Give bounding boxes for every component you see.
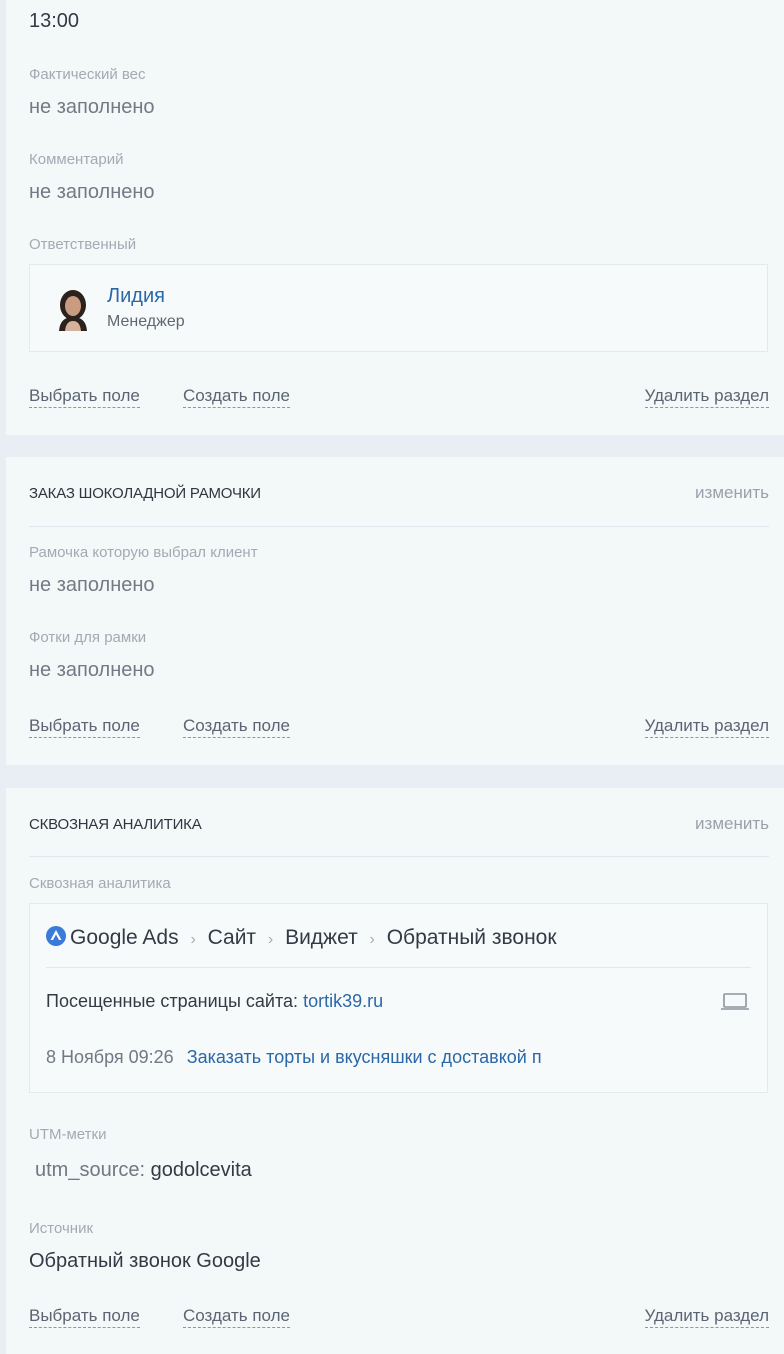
pick-field-button[interactable]: Выбрать поле bbox=[29, 1306, 140, 1328]
breadcrumb-chevron-icon: › bbox=[190, 931, 196, 948]
section-card-main: 13:00 Фактический вес не заполнено Комме… bbox=[6, 0, 784, 435]
pick-field-button[interactable]: Выбрать поле bbox=[29, 716, 140, 738]
utm-row: utm_source: godolcevita bbox=[35, 1159, 252, 1182]
breadcrumb-chevron-icon: › bbox=[267, 931, 274, 948]
create-field-button[interactable]: Создать поле bbox=[183, 1306, 290, 1328]
breadcrumb-item-widget: Виджет bbox=[285, 926, 358, 949]
analytics-divider bbox=[46, 967, 751, 968]
breadcrumb-chevron-icon: › bbox=[369, 931, 375, 948]
visited-site-link[interactable]: tortik39.ru bbox=[303, 991, 383, 1011]
field-value-source[interactable]: Обратный звонок Google bbox=[29, 1250, 261, 1273]
field-label-responsible: Ответственный bbox=[29, 236, 137, 253]
delete-section-button[interactable]: Удалить раздел bbox=[644, 386, 769, 408]
field-label-frame: Рамочка которую выбрал клиент bbox=[29, 544, 258, 561]
analytics-breadcrumb: Google Ads › Сайт › Виджет › Обратный зв… bbox=[46, 926, 557, 950]
field-value-frame[interactable]: не заполнено bbox=[29, 574, 155, 597]
visited-pages-label: Посещенные страницы сайта: bbox=[46, 991, 299, 1011]
field-label-weight: Фактический вес bbox=[29, 66, 146, 83]
create-field-button[interactable]: Создать поле bbox=[183, 716, 290, 738]
utm-value: godolcevita bbox=[150, 1159, 252, 1181]
field-value-comment[interactable]: не заполнено bbox=[29, 181, 155, 204]
visit-row: 8 Ноября 09:26 Заказать торты и вкусняшк… bbox=[46, 1047, 542, 1068]
field-label-comment: Комментарий bbox=[29, 151, 124, 168]
analytics-box: Google Ads › Сайт › Виджет › Обратный зв… bbox=[29, 903, 768, 1093]
edit-section-link[interactable]: изменить bbox=[695, 483, 769, 503]
user-name-link[interactable]: Лидия bbox=[107, 285, 165, 308]
field-label-utm: UTM-метки bbox=[29, 1126, 107, 1143]
create-field-button[interactable]: Создать поле bbox=[183, 386, 290, 408]
responsible-user-box[interactable]: Лидия Менеджер bbox=[29, 264, 768, 352]
edit-section-link[interactable]: изменить bbox=[695, 814, 769, 834]
time-value: 13:00 bbox=[29, 10, 80, 32]
visit-date: 8 Ноября 09:26 bbox=[46, 1047, 174, 1067]
section-card-analytics: СКВОЗНАЯ АНАЛИТИКА изменить Сквозная ана… bbox=[6, 788, 784, 1354]
delete-section-button[interactable]: Удалить раздел bbox=[644, 716, 769, 738]
breadcrumb-item-source: Google Ads bbox=[70, 926, 179, 949]
visit-page-link[interactable]: Заказать торты и вкусняшки с доставкой п bbox=[187, 1047, 542, 1067]
section-card-chocolate-frame: ЗАКАЗ ШОКОЛАДНОЙ РАМОЧКИ изменить Рамочк… bbox=[6, 457, 784, 765]
breadcrumb-item-site: Сайт bbox=[207, 926, 257, 949]
field-value-weight[interactable]: не заполнено bbox=[29, 96, 155, 119]
section-divider bbox=[29, 526, 769, 527]
google-ads-icon bbox=[46, 926, 66, 946]
section-divider bbox=[29, 856, 769, 857]
pick-field-button[interactable]: Выбрать поле bbox=[29, 386, 140, 408]
field-value-photos[interactable]: не заполнено bbox=[29, 659, 155, 682]
user-role: Менеджер bbox=[107, 313, 185, 330]
section-title: СКВОЗНАЯ АНАЛИТИКА bbox=[29, 816, 202, 833]
field-label-analytics: Сквозная аналитика bbox=[29, 875, 171, 892]
field-label-photos: Фотки для рамки bbox=[29, 629, 147, 646]
avatar bbox=[54, 287, 92, 331]
breadcrumb-item-channel: Обратный звонок bbox=[386, 926, 557, 949]
section-title: ЗАКАЗ ШОКОЛАДНОЙ РАМОЧКИ bbox=[29, 485, 261, 502]
utm-key: utm_source: bbox=[35, 1159, 146, 1181]
delete-section-button[interactable]: Удалить раздел bbox=[644, 1306, 769, 1328]
visited-pages-row: Посещенные страницы сайта: tortik39.ru bbox=[46, 991, 383, 1012]
laptop-icon[interactable] bbox=[720, 992, 750, 1012]
field-label-source: Источник bbox=[29, 1220, 94, 1237]
